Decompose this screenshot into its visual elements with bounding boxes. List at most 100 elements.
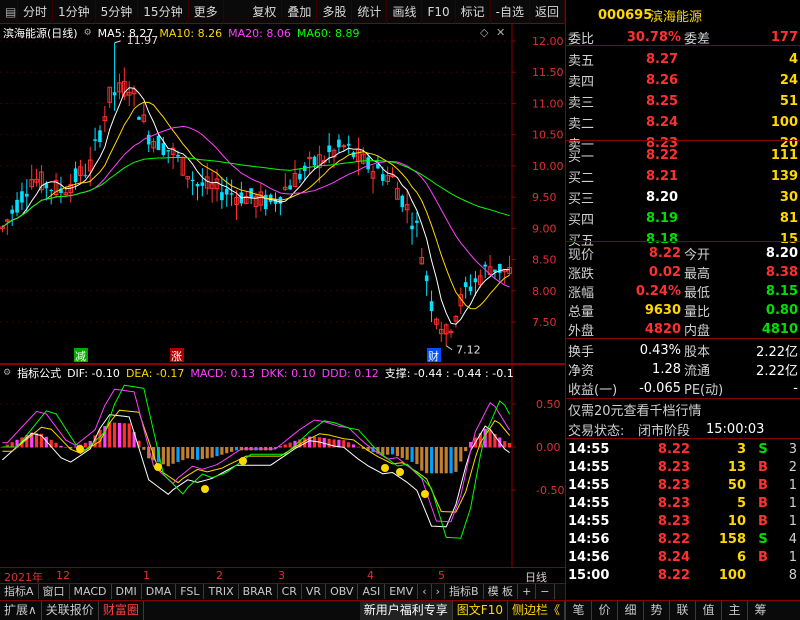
tick-side: B	[758, 460, 768, 475]
panel-tab-2[interactable]: 细	[617, 601, 643, 620]
indicator-tab-12[interactable]: EMV	[385, 584, 419, 599]
macd-bar	[425, 447, 429, 474]
macd-bar	[507, 443, 512, 448]
indicator-tab-7[interactable]: BRAR	[239, 584, 278, 599]
macd-bar	[395, 447, 400, 457]
indicator-tab-5[interactable]: FSL	[176, 584, 205, 599]
panel-tab-3[interactable]: 势	[643, 601, 669, 620]
indicator-gear-icon[interactable]: ⚙	[3, 368, 11, 378]
status-label: 交易状态:	[568, 424, 625, 439]
panel-tab-4[interactable]: 联	[669, 601, 695, 620]
close-icon[interactable]: ✕	[496, 26, 505, 39]
candle-body-down	[10, 209, 14, 214]
macd-bar	[405, 447, 409, 460]
toolbar-left-1[interactable]: 1分钟	[53, 0, 96, 24]
menu-icon[interactable]: ▤	[0, 0, 18, 24]
panel-tab-0[interactable]: 笔	[565, 601, 591, 620]
panel-tab-5[interactable]: 值	[695, 601, 721, 620]
macd-bar	[108, 422, 112, 448]
macd-bar	[122, 423, 126, 448]
f10-link[interactable]: 图文F10	[453, 601, 508, 620]
diamond-icon[interactable]: ◇	[480, 26, 488, 39]
indicator-tab-3[interactable]: DMI	[112, 584, 142, 599]
tick-price: 8.22	[657, 532, 690, 547]
indicator-tab-17[interactable]: +	[518, 584, 537, 599]
toolbar-left-2[interactable]: 5分钟	[96, 0, 139, 24]
macd-bar	[59, 445, 63, 448]
macd-bar	[205, 447, 209, 459]
cai-tag: 财	[428, 349, 439, 363]
bid-price: 8.21	[646, 169, 679, 184]
stat-label: 现价	[568, 248, 595, 263]
macd-bar	[127, 423, 131, 448]
macd-bar	[288, 442, 292, 448]
panel-tab-1[interactable]: 价	[591, 601, 617, 620]
toolbar-right-1[interactable]: 叠加	[282, 0, 318, 24]
candle-body-down	[25, 193, 29, 197]
toolbar-right-7[interactable]: -自选	[491, 0, 530, 24]
quote-panel-tabs: 笔价细势联值主筹	[565, 601, 773, 620]
candle-body-down	[15, 199, 19, 213]
y-tick-label: 10.00	[532, 160, 564, 173]
indicator-tab-2[interactable]: MACD	[70, 584, 112, 599]
bid-label: 买三	[568, 192, 595, 207]
bottom-tab-2[interactable]: 财富圈	[99, 601, 144, 620]
promo-link[interactable]: 新用户福利专享	[359, 601, 453, 620]
indicator-tab-8[interactable]: CR	[278, 584, 302, 599]
ma20-label: MA20: 8.06	[228, 26, 291, 40]
settings-gear-icon[interactable]: ⚙	[84, 28, 92, 38]
toolbar-right-8[interactable]: 返回	[530, 0, 565, 24]
x-month-1: 1	[143, 569, 150, 582]
stats-row-1: 涨跌 0.02 最高 8.38	[566, 263, 800, 282]
candle-body-down	[112, 92, 117, 96]
panel-tab-6[interactable]: 主	[721, 601, 747, 620]
ask-volume: 4	[788, 52, 798, 67]
tick-side: S	[758, 442, 768, 457]
indicator-tab-14[interactable]: ›	[432, 584, 446, 599]
indicator-tab-13[interactable]: ‹	[418, 584, 432, 599]
indicator-tab-16[interactable]: 模 板	[484, 584, 519, 599]
hand-marker-icon	[76, 445, 84, 453]
bottom-tab-0[interactable]: 扩展∧	[0, 601, 42, 620]
macd-bar	[171, 447, 175, 464]
hand-marker-icon	[154, 463, 162, 471]
toolbar-left-3[interactable]: 15分钟	[138, 0, 189, 24]
bottom-tab-1[interactable]: 关联报价	[42, 601, 99, 620]
ind-tick-label: 0.00	[536, 441, 561, 454]
indicator-tab-18[interactable]: −	[536, 584, 555, 599]
toolbar-right-4[interactable]: 画线	[387, 0, 423, 24]
toolbar-right-5[interactable]: F10	[422, 0, 456, 24]
macd-bar	[200, 447, 204, 460]
sidebar-toggle[interactable]: 侧边栏《	[508, 601, 565, 620]
indicator-tab-10[interactable]: OBV	[326, 584, 359, 599]
kline-chart[interactable]: 12.00 11.50 11.00 10.50 10.00 9.50 9.00 8.50 8.0…	[0, 24, 565, 364]
toolbar-right-0[interactable]: 复权	[247, 0, 283, 24]
macd-bar	[234, 447, 239, 451]
panel-tab-7[interactable]: 筹	[747, 601, 773, 620]
jian-tag: 减	[75, 350, 86, 363]
tick-count: 3	[788, 442, 797, 457]
indicator-tab-15[interactable]: 指标B	[445, 584, 484, 599]
candle-body-down	[429, 301, 434, 312]
toolbar-right-2[interactable]: 多股	[317, 0, 353, 24]
indicator-tab-1[interactable]: 窗口	[39, 584, 70, 599]
toolbar-right-6[interactable]: 标记	[456, 0, 491, 24]
toolbar-left-4[interactable]: 更多	[189, 0, 224, 24]
tick-time: 14:55	[568, 478, 610, 493]
indicator-tab-6[interactable]: TRIX	[204, 584, 239, 599]
indicator-tab-0[interactable]: 指标A	[0, 584, 39, 599]
stats-row-4: 外盘 4820 内盘 4810	[566, 320, 800, 339]
ask-row-2: 卖二 8.24 100	[566, 113, 800, 132]
indicator-chart[interactable]: 0.50 0.00 -0.50	[0, 364, 565, 567]
info-value-2: 2.22亿	[756, 364, 798, 379]
tick-row-6: 14:56 8.24 6 B 1	[566, 548, 800, 567]
status-row: 交易状态: 闭市阶段 15:00:03	[566, 420, 800, 439]
candle-body-down	[195, 184, 200, 187]
toolbar-left-0[interactable]: 分时	[18, 0, 54, 24]
toolbar-right-3[interactable]: 统计	[352, 0, 388, 24]
indicator-tab-9[interactable]: VR	[302, 584, 327, 599]
level2-promo[interactable]: 仅需20元查看千档行情	[568, 400, 798, 419]
candle-body-down	[337, 139, 341, 148]
indicator-tab-11[interactable]: ASI	[358, 584, 386, 599]
indicator-tab-4[interactable]: DMA	[142, 584, 177, 599]
